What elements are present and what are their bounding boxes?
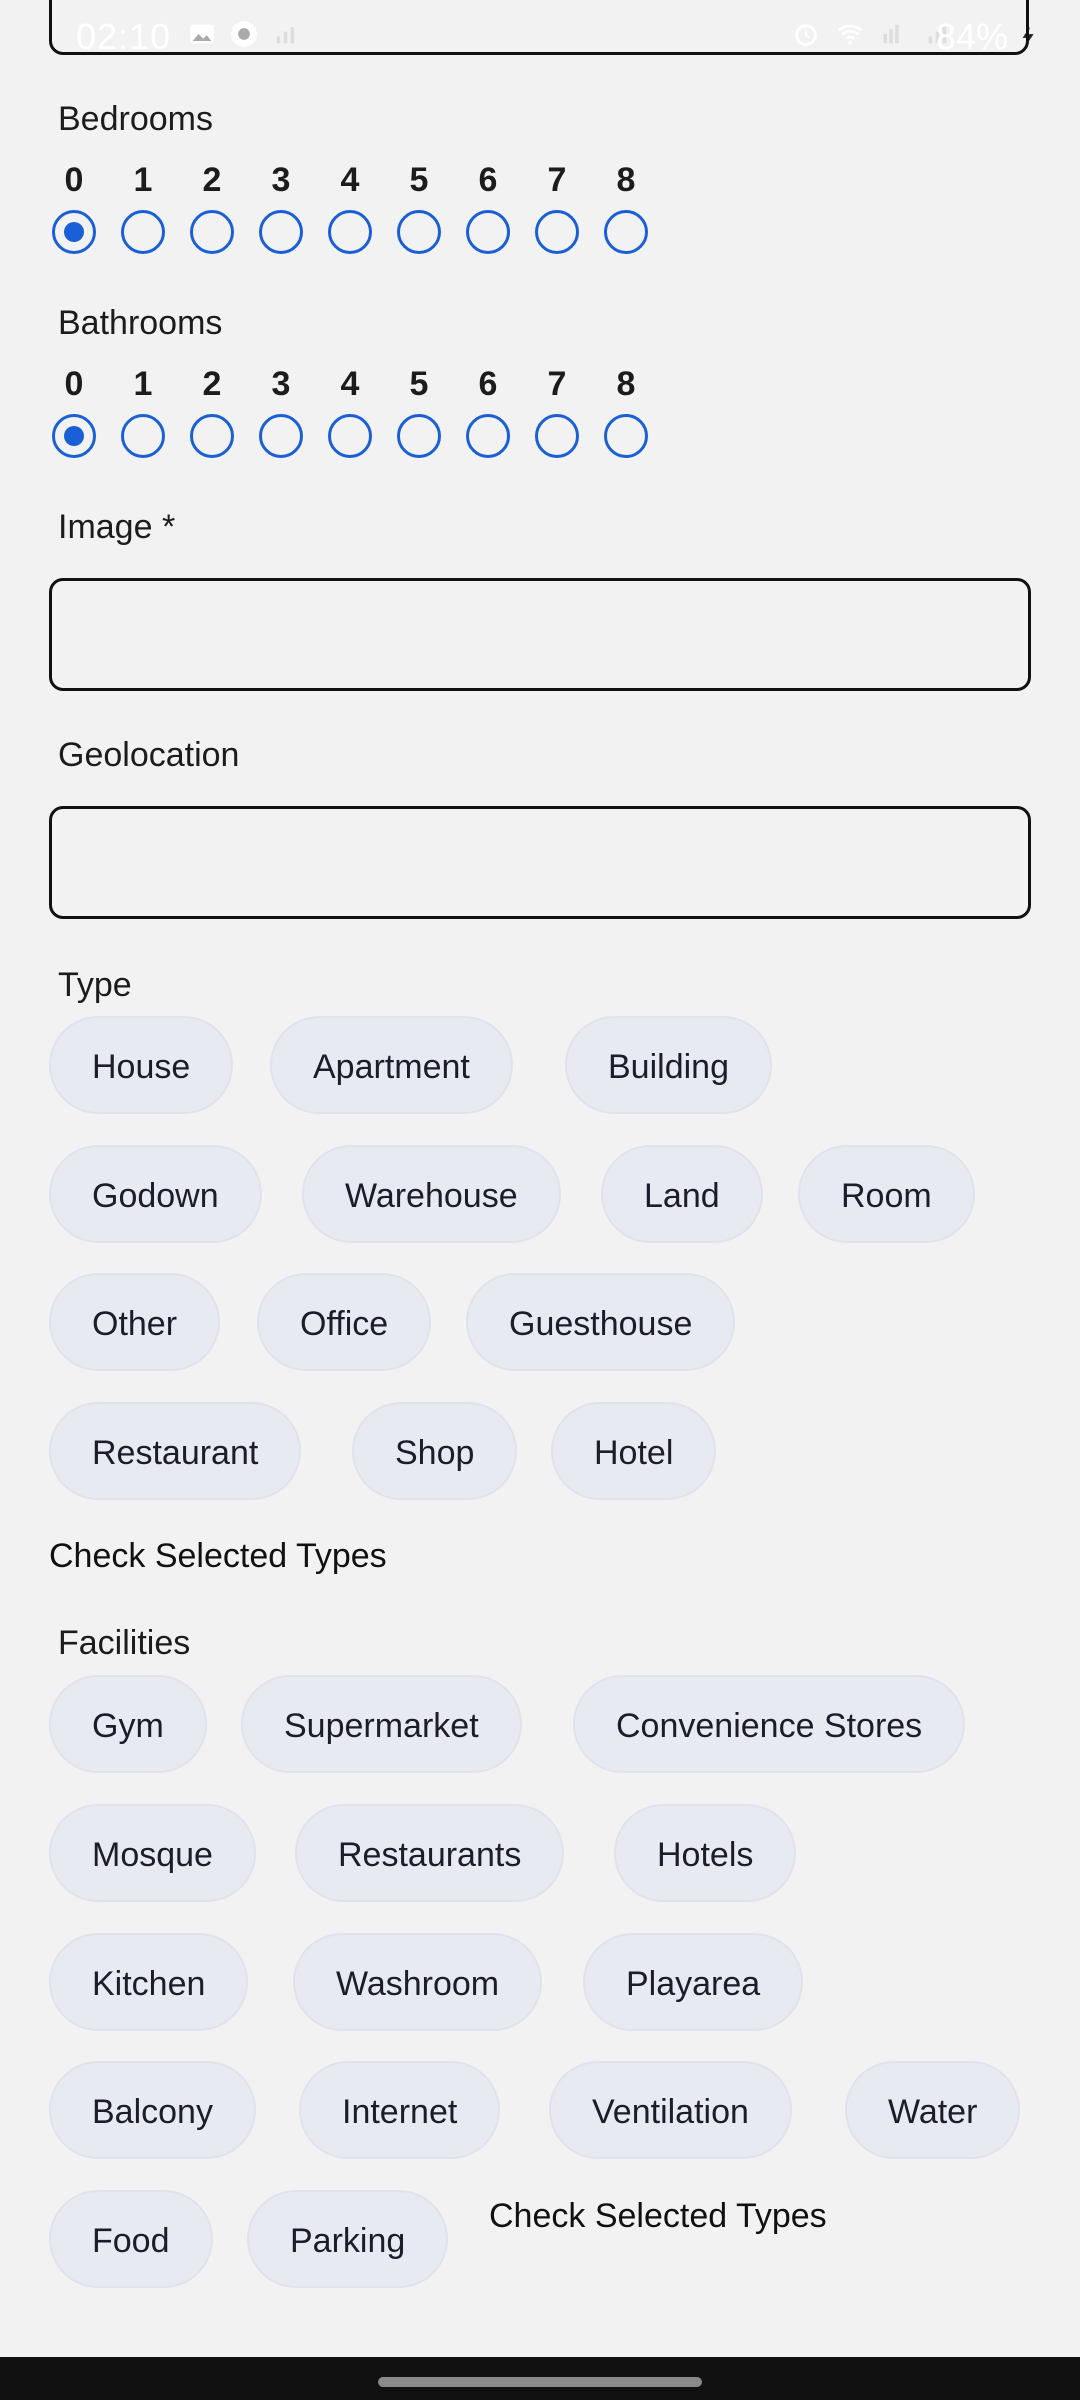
facilities-label: Facilities	[58, 1624, 191, 1662]
type-chip-guesthouse[interactable]: Guesthouse	[466, 1273, 736, 1371]
bathrooms-option-label: 7	[547, 365, 567, 403]
bedrooms-option-label: 3	[271, 161, 291, 199]
bedrooms-option-label: 4	[340, 161, 360, 199]
bedrooms-label: Bedrooms	[58, 100, 213, 138]
bathrooms-option-5[interactable]: 5	[393, 364, 445, 458]
bedrooms-option-label: 0	[64, 161, 84, 199]
facility-chip-water[interactable]: Water	[845, 2061, 1021, 2159]
bedrooms-option-label: 6	[478, 161, 498, 199]
bedrooms-radio-button[interactable]	[121, 210, 165, 254]
bedrooms-radio-button[interactable]	[328, 210, 372, 254]
bedrooms-option-2[interactable]: 2	[186, 160, 238, 254]
bedrooms-radio-button[interactable]	[466, 210, 510, 254]
facility-chip-ventilation[interactable]: Ventilation	[549, 2061, 792, 2159]
facility-chip-washroom[interactable]: Washroom	[293, 1933, 543, 2031]
bedrooms-radio-button[interactable]	[190, 210, 234, 254]
bedrooms-option-8[interactable]: 8	[600, 160, 652, 254]
bedrooms-option-7[interactable]: 7	[531, 160, 583, 254]
bathrooms-radio-button[interactable]	[121, 414, 165, 458]
bathrooms-option-label: 4	[340, 365, 360, 403]
bedrooms-option-3[interactable]: 3	[255, 160, 307, 254]
facility-chip-parking[interactable]: Parking	[247, 2190, 449, 2288]
bathrooms-option-label: 6	[478, 365, 498, 403]
bedrooms-radio-button[interactable]	[259, 210, 303, 254]
geolocation-label: Geolocation	[58, 736, 240, 774]
bathrooms-option-label: 2	[202, 365, 222, 403]
navigation-bar	[0, 2357, 1080, 2400]
image-label: Image *	[58, 508, 176, 546]
facility-chip-playarea[interactable]: Playarea	[583, 1933, 804, 2031]
bathrooms-radio-button[interactable]	[52, 414, 96, 458]
image-input[interactable]	[49, 578, 1031, 691]
bedrooms-option-label: 2	[202, 161, 222, 199]
bathrooms-radio-button[interactable]	[328, 414, 372, 458]
bathrooms-option-8[interactable]: 8	[600, 364, 652, 458]
top-input-field[interactable]	[49, 0, 1029, 55]
bathrooms-radio-button[interactable]	[604, 414, 648, 458]
bedrooms-option-6[interactable]: 6	[462, 160, 514, 254]
facility-chip-balcony[interactable]: Balcony	[49, 2061, 256, 2159]
bedrooms-option-1[interactable]: 1	[117, 160, 169, 254]
bedrooms-option-label: 1	[133, 161, 153, 199]
bedrooms-radio-button[interactable]	[535, 210, 579, 254]
bedrooms-radio-button[interactable]	[604, 210, 648, 254]
facility-chip-hotels[interactable]: Hotels	[614, 1804, 797, 1902]
type-chip-land[interactable]: Land	[601, 1145, 763, 1243]
type-chip-shop[interactable]: Shop	[352, 1402, 518, 1500]
bedrooms-radio-button[interactable]	[397, 210, 441, 254]
bathrooms-radio-button[interactable]	[259, 414, 303, 458]
bathrooms-option-4[interactable]: 4	[324, 364, 376, 458]
geolocation-input[interactable]	[49, 806, 1031, 919]
home-gesture-handle[interactable]	[378, 2377, 702, 2387]
bathrooms-option-0[interactable]: 0	[48, 364, 100, 458]
bathrooms-label: Bathrooms	[58, 304, 223, 342]
type-chip-apartment[interactable]: Apartment	[270, 1016, 513, 1114]
facility-chip-convenience-stores[interactable]: Convenience Stores	[573, 1675, 966, 1773]
facility-chip-supermarket[interactable]: Supermarket	[241, 1675, 522, 1773]
bedrooms-option-label: 7	[547, 161, 567, 199]
type-chip-other[interactable]: Other	[49, 1273, 221, 1371]
facility-chip-restaurants[interactable]: Restaurants	[295, 1804, 565, 1902]
bedrooms-option-label: 5	[409, 161, 429, 199]
bathrooms-option-6[interactable]: 6	[462, 364, 514, 458]
facility-chip-internet[interactable]: Internet	[299, 2061, 501, 2159]
bathrooms-option-label: 1	[133, 365, 153, 403]
type-label: Type	[58, 966, 132, 1004]
bedrooms-option-label: 8	[616, 161, 636, 199]
bathrooms-radio-button[interactable]	[535, 414, 579, 458]
facility-chip-mosque[interactable]: Mosque	[49, 1804, 256, 1902]
bathrooms-option-label: 8	[616, 365, 636, 403]
bathrooms-option-3[interactable]: 3	[255, 364, 307, 458]
type-chip-office[interactable]: Office	[257, 1273, 432, 1371]
bathrooms-option-1[interactable]: 1	[117, 364, 169, 458]
bathrooms-option-label: 5	[409, 365, 429, 403]
facility-chip-food[interactable]: Food	[49, 2190, 213, 2288]
bedrooms-option-0[interactable]: 0	[48, 160, 100, 254]
type-chip-restaurant[interactable]: Restaurant	[49, 1402, 302, 1500]
bathrooms-option-7[interactable]: 7	[531, 364, 583, 458]
type-chip-godown[interactable]: Godown	[49, 1145, 262, 1243]
bedrooms-option-5[interactable]: 5	[393, 160, 445, 254]
facility-chip-gym[interactable]: Gym	[49, 1675, 207, 1773]
type-chip-hotel[interactable]: Hotel	[551, 1402, 717, 1500]
type-chip-building[interactable]: Building	[565, 1016, 772, 1114]
bathrooms-radio-button[interactable]	[190, 414, 234, 458]
bathrooms-option-label: 0	[64, 365, 84, 403]
bathrooms-radio-button[interactable]	[466, 414, 510, 458]
bathrooms-option-2[interactable]: 2	[186, 364, 238, 458]
bathrooms-radio-button[interactable]	[397, 414, 441, 458]
facility-chip-kitchen[interactable]: Kitchen	[49, 1933, 249, 2031]
bedrooms-radio-button[interactable]	[52, 210, 96, 254]
check-selected-facilities-text[interactable]: Check Selected Types	[489, 2197, 827, 2236]
type-chip-room[interactable]: Room	[798, 1145, 975, 1243]
type-chip-warehouse[interactable]: Warehouse	[302, 1145, 561, 1243]
check-selected-types-text[interactable]: Check Selected Types	[49, 1537, 387, 1576]
type-chip-house[interactable]: House	[49, 1016, 234, 1114]
bathrooms-option-label: 3	[271, 365, 291, 403]
bedrooms-option-4[interactable]: 4	[324, 160, 376, 254]
